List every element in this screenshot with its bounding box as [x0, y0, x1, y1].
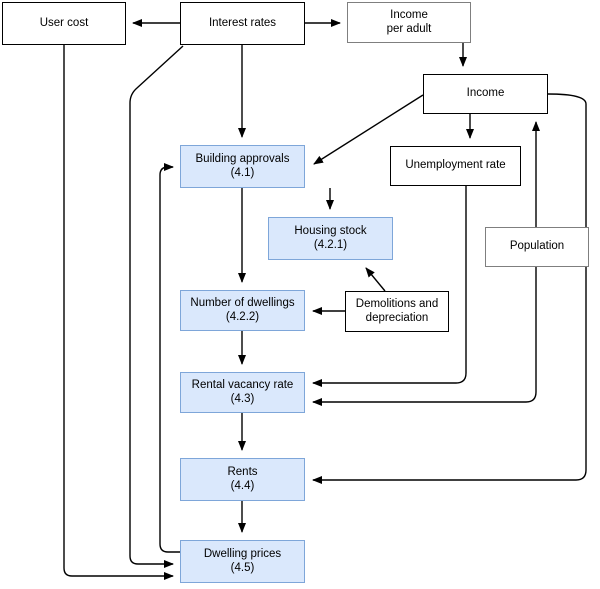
node-label: Dwelling prices [203, 548, 282, 560]
node-building-approvals[interactable]: Building approvals (4.1) [180, 145, 305, 188]
node-population[interactable]: Population [485, 227, 589, 267]
node-user-cost[interactable]: User cost [2, 2, 126, 45]
edge-population-to-rental-vacancy-rate [312, 267, 537, 406]
edge-user-cost-to-dwelling-prices [63, 45, 174, 580]
node-label: Income [466, 87, 505, 100]
node-income[interactable]: Income [423, 74, 548, 114]
node-sublabel: (4.1) [230, 166, 255, 179]
node-number-of-dwellings[interactable]: Number of dwellings (4.2.2) [180, 290, 305, 331]
node-label: Population [509, 240, 565, 253]
node-label: Number of dwellings [190, 297, 295, 309]
node-income-per-adult[interactable]: Income per adult [347, 2, 471, 43]
node-sublabel: (4.5) [230, 561, 255, 574]
edge-demolitions-to-housing-stock [365, 267, 386, 292]
node-sublabel: (4.4) [230, 479, 255, 492]
node-label: Unemployment rate [405, 159, 506, 172]
node-label: Housing stock [294, 225, 367, 237]
node-housing-stock[interactable]: Housing stock (4.2.1) [268, 217, 393, 260]
node-sublabel: (4.3) [230, 392, 255, 405]
node-sublabel: depreciation [365, 311, 429, 324]
diagram-canvas: User cost Interest rates Income per adul… [0, 0, 600, 589]
node-sublabel: (4.2.2) [225, 310, 260, 323]
node-sublabel: (4.2.1) [313, 238, 348, 251]
edge-unemployment-rate-to-rental-vacancy-rate [312, 186, 467, 387]
node-label: Income [390, 9, 428, 21]
node-rents[interactable]: Rents (4.4) [180, 458, 305, 501]
node-sublabel: per adult [386, 22, 432, 35]
node-dwelling-prices[interactable]: Dwelling prices (4.5) [180, 540, 305, 583]
node-interest-rates[interactable]: Interest rates [180, 2, 305, 45]
node-unemployment-rate[interactable]: Unemployment rate [390, 146, 521, 186]
edge-interest-rates-to-dwelling-prices [129, 45, 184, 568]
node-label: Interest rates [208, 16, 277, 29]
node-demolitions-and-depreciation[interactable]: Demolitions and depreciation [345, 291, 449, 332]
node-label: Demolitions and [355, 298, 439, 310]
node-label: User cost [39, 16, 89, 29]
edge-dwelling-prices-to-building-approvals [159, 163, 180, 553]
node-label: Rental vacancy rate [191, 379, 294, 391]
node-label: Rents [227, 466, 258, 478]
node-rental-vacancy-rate[interactable]: Rental vacancy rate (4.3) [180, 372, 305, 413]
node-label: Building approvals [195, 153, 290, 165]
